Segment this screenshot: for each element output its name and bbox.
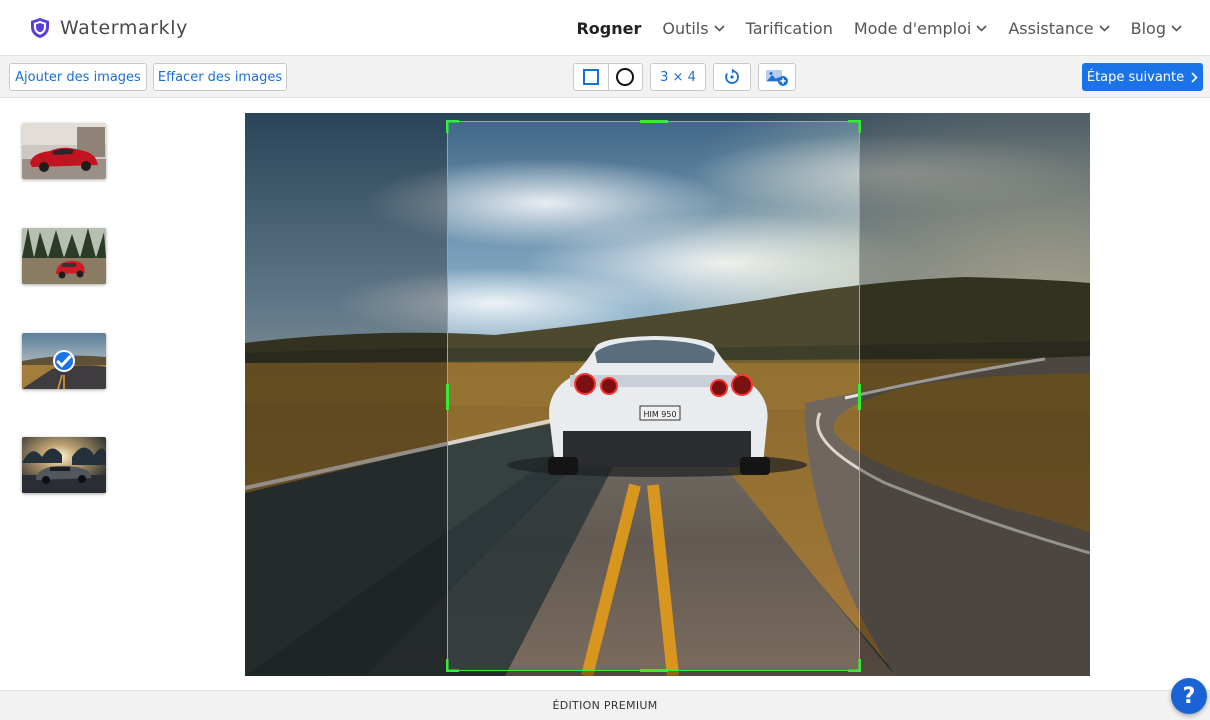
crop-handle-top[interactable] [640,120,668,123]
edition-label: ÉDITION PREMIUM [552,699,658,712]
next-step-button[interactable]: Étape suivante [1082,63,1203,91]
crop-handle-right[interactable] [858,384,861,410]
nav-item-assistance[interactable]: Assistance [1008,18,1110,38]
thumbnail-red-classic-car[interactable] [22,123,106,179]
rectangle-shape-button[interactable] [574,64,608,90]
chevron-down-icon [976,24,987,32]
chevron-right-icon [1191,71,1198,83]
crop-handle-top-right[interactable] [847,120,861,134]
thumbnail-image [22,228,106,284]
footer-bar: ÉDITION PREMIUM [0,690,1210,720]
crop-handle-bottom[interactable] [640,669,668,672]
add-images-button[interactable]: Ajouter des images [9,63,147,91]
nav-item-outils[interactable]: Outils [662,18,725,38]
crop-handle-left[interactable] [446,384,449,410]
clear-images-button[interactable]: Effacer des images [153,63,287,91]
next-step-label: Étape suivante [1086,69,1185,85]
nav-label: Tarification [745,18,833,38]
editor-toolbar: Ajouter des images Effacer des images 3 … [0,56,1210,98]
nav-label: Outils [662,18,709,38]
top-navbar: Watermarkly Rogner Outils Tarification M… [0,0,1210,56]
circle-icon [616,68,635,86]
nav-item-rogner[interactable]: Rogner [576,19,641,38]
rectangle-icon [582,69,599,85]
thumbnail-road-sunset[interactable] [22,333,106,389]
thumbnail-dark-car-sunset[interactable] [22,437,106,493]
nav-label: Blog [1130,18,1166,38]
thumbnail-red-car-forest[interactable] [22,228,106,284]
main-menu: Rogner Outils Tarification Mode d'emploi… [576,0,1182,56]
nav-label: Rogner [576,18,642,38]
rotate-button[interactable] [713,63,751,91]
image-canvas[interactable]: HIM 950 [245,113,1090,676]
add-photo-icon [766,70,788,86]
nav-label: Mode d'emploi [853,18,972,38]
nav-item-blog[interactable]: Blog [1131,19,1182,38]
circle-shape-button[interactable] [607,64,642,90]
nav-label: Assistance [1008,18,1094,38]
thumbnail-image [22,123,106,179]
nav-item-mode-emploi[interactable]: Mode d'emploi [854,19,988,38]
crop-handle-top-left[interactable] [446,120,460,134]
crop-shape-selector [573,63,643,91]
rotate-icon [725,68,739,84]
thumbnail-image [22,437,106,493]
crop-handle-bottom-left[interactable] [446,658,460,672]
chevron-down-icon [714,24,725,32]
nav-item-tarification[interactable]: Tarification [746,19,833,38]
crop-selection-box[interactable] [446,120,861,672]
shield-icon [31,17,49,38]
add-photo-button[interactable] [758,63,796,91]
chevron-down-icon [1099,24,1110,32]
aspect-ratio-button[interactable]: 3 × 4 [650,63,706,91]
brand-name: Watermarkly [60,16,188,39]
crop-handle-bottom-right[interactable] [847,658,861,672]
selected-check-icon [53,350,75,372]
help-button[interactable]: ? [1171,678,1207,714]
chevron-down-icon [1171,24,1182,32]
brand-logo[interactable]: Watermarkly [30,17,188,39]
